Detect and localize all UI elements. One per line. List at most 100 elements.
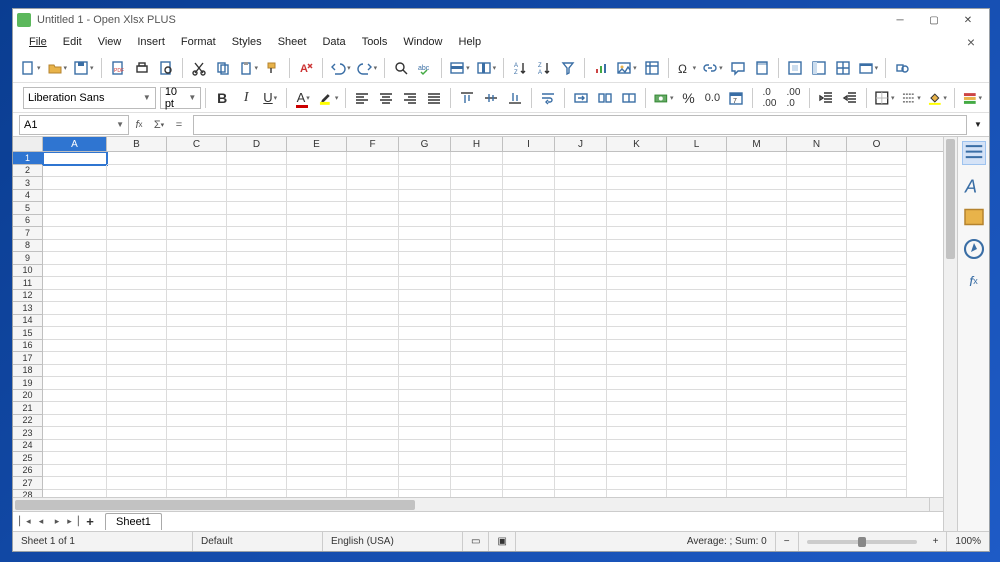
cell[interactable] — [347, 327, 399, 340]
cell[interactable] — [107, 165, 167, 178]
cell[interactable] — [503, 390, 555, 403]
cell[interactable] — [555, 315, 607, 328]
bold-button[interactable]: B — [211, 86, 233, 110]
row-header[interactable]: 2 — [13, 165, 43, 178]
font-name-combo[interactable]: Liberation Sans▼ — [23, 87, 156, 109]
cell[interactable] — [167, 327, 227, 340]
cell[interactable] — [787, 302, 847, 315]
zoom-slider[interactable] — [807, 540, 917, 544]
cell[interactable] — [787, 490, 847, 498]
cell[interactable] — [107, 390, 167, 403]
cell[interactable] — [667, 365, 727, 378]
cell[interactable] — [167, 315, 227, 328]
cell[interactable] — [555, 302, 607, 315]
cell[interactable] — [227, 352, 287, 365]
hyperlink-button[interactable] — [700, 56, 725, 80]
next-sheet-button[interactable]: ▸ — [49, 516, 65, 527]
zoom-in-button[interactable]: + — [925, 532, 948, 551]
cell[interactable] — [399, 327, 451, 340]
menu-sheet[interactable]: Sheet — [270, 34, 315, 50]
cell[interactable] — [227, 377, 287, 390]
cell[interactable] — [607, 327, 667, 340]
cell[interactable] — [227, 302, 287, 315]
cell[interactable] — [287, 452, 347, 465]
row-header[interactable]: 6 — [13, 215, 43, 228]
cell[interactable] — [727, 415, 787, 428]
cell[interactable] — [347, 240, 399, 253]
row-header[interactable]: 16 — [13, 340, 43, 353]
cell[interactable] — [167, 365, 227, 378]
cell[interactable] — [287, 490, 347, 498]
cell[interactable] — [787, 265, 847, 278]
cell[interactable] — [503, 277, 555, 290]
sum-button[interactable]: Σ▾ — [149, 115, 169, 135]
align-middle-button[interactable] — [480, 86, 502, 110]
cell[interactable] — [347, 490, 399, 498]
cell[interactable] — [107, 177, 167, 190]
cell[interactable] — [727, 365, 787, 378]
new-button[interactable] — [18, 56, 43, 80]
cell[interactable] — [727, 240, 787, 253]
cell[interactable] — [287, 390, 347, 403]
cell[interactable] — [787, 227, 847, 240]
cell-style[interactable]: Default — [193, 532, 323, 551]
cell[interactable] — [607, 190, 667, 203]
cell[interactable] — [347, 352, 399, 365]
cell[interactable] — [847, 402, 907, 415]
functions-icon[interactable]: fx — [962, 269, 986, 293]
cell[interactable] — [787, 315, 847, 328]
cell[interactable] — [555, 415, 607, 428]
cell[interactable] — [727, 452, 787, 465]
cell[interactable] — [727, 315, 787, 328]
cell[interactable] — [399, 177, 451, 190]
col-header[interactable]: C — [167, 137, 227, 151]
cell[interactable] — [347, 452, 399, 465]
clone-formatting-button[interactable] — [262, 56, 284, 80]
cell[interactable] — [847, 340, 907, 353]
cell[interactable] — [227, 340, 287, 353]
cell[interactable] — [555, 340, 607, 353]
cell[interactable] — [667, 190, 727, 203]
cell[interactable] — [399, 202, 451, 215]
window-button[interactable] — [856, 56, 881, 80]
cell[interactable] — [503, 165, 555, 178]
cell[interactable] — [107, 327, 167, 340]
cell[interactable] — [847, 252, 907, 265]
cell[interactable] — [399, 402, 451, 415]
spellcheck-button[interactable]: abc — [414, 56, 436, 80]
cell[interactable] — [167, 152, 227, 165]
cell[interactable] — [607, 290, 667, 303]
cell[interactable] — [607, 227, 667, 240]
cell[interactable] — [399, 152, 451, 165]
cell[interactable] — [167, 465, 227, 478]
borders-button[interactable] — [872, 86, 896, 110]
cell[interactable] — [287, 152, 347, 165]
cell[interactable] — [107, 290, 167, 303]
align-bottom-button[interactable] — [504, 86, 526, 110]
cell[interactable] — [847, 490, 907, 498]
cell[interactable] — [727, 327, 787, 340]
cell[interactable] — [287, 340, 347, 353]
first-sheet-button[interactable]: ▏◂ — [17, 516, 33, 527]
cell[interactable] — [503, 365, 555, 378]
split-button[interactable] — [832, 56, 854, 80]
unmerge-button[interactable] — [618, 86, 640, 110]
cell[interactable] — [399, 227, 451, 240]
cell[interactable] — [727, 215, 787, 228]
cell[interactable] — [347, 165, 399, 178]
cell[interactable] — [287, 277, 347, 290]
cell[interactable] — [847, 277, 907, 290]
zoom-out-button[interactable]: − — [776, 532, 799, 551]
cell[interactable] — [227, 227, 287, 240]
cell[interactable] — [451, 490, 503, 498]
cell[interactable] — [107, 340, 167, 353]
cell[interactable] — [787, 277, 847, 290]
cell[interactable] — [287, 252, 347, 265]
horizontal-scrollbar[interactable] — [13, 498, 929, 511]
cell[interactable] — [451, 315, 503, 328]
select-all-corner[interactable] — [13, 137, 43, 151]
cell[interactable] — [607, 365, 667, 378]
cell[interactable] — [451, 302, 503, 315]
cell[interactable] — [555, 240, 607, 253]
cell[interactable] — [451, 165, 503, 178]
